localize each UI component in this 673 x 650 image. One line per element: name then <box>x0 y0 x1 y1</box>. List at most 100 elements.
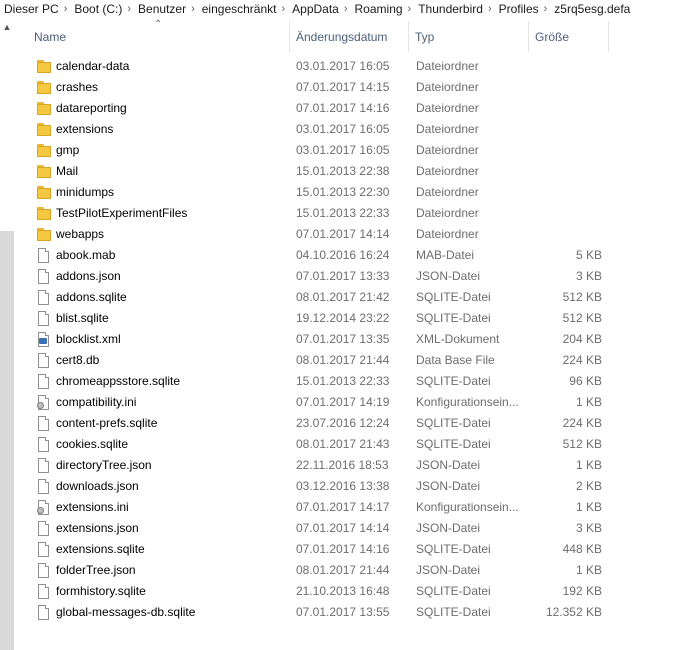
breadcrumb-separator-icon[interactable]: › <box>485 3 495 15</box>
file-size <box>528 161 602 182</box>
file-row[interactable]: downloads.json 03.12.2016 13:38 JSON-Datei… <box>14 476 673 497</box>
file-size: 192 KB <box>562 584 602 598</box>
column-header-date[interactable]: Änderungsdatum <box>290 17 409 56</box>
breadcrumb-item[interactable]: AppData <box>288 2 341 16</box>
file-size: 448 KB <box>562 542 602 556</box>
file-type: Dateiordner <box>416 227 479 241</box>
file-name: cookies.sqlite <box>56 437 129 451</box>
file-name: compatibility.ini <box>56 395 137 409</box>
file-type: Konfigurationsein... <box>416 395 519 409</box>
file-icon <box>37 458 51 473</box>
file-size: 512 KB <box>562 290 602 304</box>
file-name: global-messages-db.sqlite <box>56 605 196 619</box>
breadcrumb-item[interactable]: Roaming <box>351 2 405 16</box>
file-row[interactable]: global-messages-db.sqlite 07.01.2017 13:5… <box>14 602 673 623</box>
file-size <box>528 119 602 140</box>
file-date: 23.07.2016 12:24 <box>296 416 390 430</box>
file-type: SQLITE-Datei <box>416 311 491 325</box>
file-type: Dateiordner <box>416 122 479 136</box>
file-date: 03.01.2017 16:05 <box>296 59 390 73</box>
breadcrumb-separator-icon[interactable]: › <box>61 3 71 15</box>
file-type: MAB-Datei <box>416 248 475 262</box>
file-date: 08.01.2017 21:42 <box>296 290 390 304</box>
file-row[interactable]: extensions.sqlite 07.01.2017 14:16 SQLITE-… <box>14 539 673 560</box>
breadcrumb-item[interactable]: z5rq5esg.defa <box>550 2 632 16</box>
file-icon <box>37 269 51 284</box>
column-header-type[interactable]: Typ <box>409 17 529 56</box>
file-name: blocklist.xml <box>56 332 121 346</box>
breadcrumb-separator-icon[interactable]: › <box>541 3 551 15</box>
column-header-size[interactable]: Größe <box>529 17 609 56</box>
file-date: 07.01.2017 13:33 <box>296 269 390 283</box>
file-row[interactable]: TestPilotExperimentFiles 15.01.2013 22:33… <box>14 203 673 224</box>
file-size <box>528 56 602 77</box>
file-row[interactable]: gmp 03.01.2017 16:05 Dateiordner <box>14 140 673 161</box>
file-row[interactable]: crashes 07.01.2017 14:15 Dateiordner <box>14 77 673 98</box>
folder-icon <box>37 164 51 179</box>
file-size <box>528 182 602 203</box>
file-row[interactable]: addons.json 07.01.2017 13:33 JSON-Datei 3 K… <box>14 266 673 287</box>
breadcrumb-item[interactable]: Profiles <box>495 2 541 16</box>
file-name: extensions.sqlite <box>56 542 145 556</box>
file-row[interactable]: cert8.db 08.01.2017 21:44 Data Base File 22… <box>14 350 673 371</box>
column-header-name[interactable]: Name <box>28 17 290 56</box>
file-date: 19.12.2014 23:22 <box>296 311 390 325</box>
navigation-scrollbar[interactable] <box>0 35 14 650</box>
file-name: Mail <box>56 164 79 178</box>
file-size: 1 KB <box>575 563 602 577</box>
file-row[interactable]: minidumps 15.01.2013 22:30 Dateiordner <box>14 182 673 203</box>
breadcrumb-item[interactable]: Thunderbird <box>414 2 485 16</box>
file-type: SQLITE-Datei <box>416 374 491 388</box>
scroll-up-icon[interactable]: ▲ <box>0 21 14 33</box>
file-name: directoryTree.json <box>56 458 152 472</box>
file-type: SQLITE-Datei <box>416 290 491 304</box>
file-row[interactable]: blist.sqlite 19.12.2014 23:22 SQLITE-Datei… <box>14 308 673 329</box>
breadcrumb-item[interactable]: eingeschränkt <box>198 2 279 16</box>
file-name: chromeappsstore.sqlite <box>56 374 181 388</box>
breadcrumb-separator-icon[interactable]: › <box>405 3 415 15</box>
column-header-type-label: Typ <box>415 29 435 44</box>
file-row[interactable]: abook.mab 04.10.2016 16:24 MAB-Datei 5 KB <box>14 245 673 266</box>
file-date: 21.10.2013 16:48 <box>296 584 390 598</box>
file-row[interactable]: webapps 07.01.2017 14:14 Dateiordner <box>14 224 673 245</box>
folder-icon <box>37 143 51 158</box>
file-size: 3 KB <box>575 521 602 535</box>
navigation-scrollbar-thumb[interactable] <box>0 231 14 650</box>
file-row[interactable]: datareporting 07.01.2017 14:16 Dateiordner <box>14 98 673 119</box>
breadcrumb-separator-icon[interactable]: › <box>341 3 351 15</box>
breadcrumb-item[interactable]: Boot (C:) <box>70 2 124 16</box>
file-row[interactable]: extensions.json 07.01.2017 14:14 JSON-Date… <box>14 518 673 539</box>
breadcrumb-item[interactable]: Dieser PC <box>0 2 61 16</box>
breadcrumb-separator-icon[interactable]: › <box>188 3 198 15</box>
file-date: 03.12.2016 13:38 <box>296 479 390 493</box>
file-row[interactable]: formhistory.sqlite 21.10.2013 16:48 SQLITE… <box>14 581 673 602</box>
file-type: SQLITE-Datei <box>416 437 491 451</box>
file-size: 12.352 KB <box>545 605 602 619</box>
breadcrumb-separator-icon[interactable]: › <box>278 3 288 15</box>
file-row[interactable]: folderTree.json 08.01.2017 21:44 JSON-Date… <box>14 560 673 581</box>
file-row[interactable]: extensions.ini 07.01.2017 14:17 Konfigurat… <box>14 497 673 518</box>
file-row[interactable]: blocklist.xml 07.01.2017 13:35 XML-Dokumen… <box>14 329 673 350</box>
file-row[interactable]: chromeappsstore.sqlite 15.01.2013 22:33 SQ… <box>14 371 673 392</box>
file-type: Dateiordner <box>416 185 479 199</box>
file-row[interactable]: Mail 15.01.2013 22:38 Dateiordner <box>14 161 673 182</box>
file-row[interactable]: content-prefs.sqlite 23.07.2016 12:24 SQLI… <box>14 413 673 434</box>
file-type: SQLITE-Datei <box>416 416 491 430</box>
file-row[interactable]: addons.sqlite 08.01.2017 21:42 SQLITE-Date… <box>14 287 673 308</box>
file-type: Data Base File <box>416 353 495 367</box>
file-name: abook.mab <box>56 248 116 262</box>
file-name: crashes <box>56 80 99 94</box>
file-size: 512 KB <box>562 437 602 451</box>
settings-file-icon <box>37 500 51 515</box>
file-row[interactable]: extensions 03.01.2017 16:05 Dateiordner <box>14 119 673 140</box>
file-name: datareporting <box>56 101 127 115</box>
file-row[interactable]: calendar-data 03.01.2017 16:05 Dateiordner <box>14 56 673 77</box>
file-row[interactable]: cookies.sqlite 08.01.2017 21:43 SQLITE-Dat… <box>14 434 673 455</box>
file-row[interactable]: directoryTree.json 22.11.2016 18:53 JSON-D… <box>14 455 673 476</box>
file-icon <box>37 437 51 452</box>
file-size <box>528 140 602 161</box>
breadcrumb-separator-icon[interactable]: › <box>124 3 134 15</box>
breadcrumb-item[interactable]: Benutzer <box>134 2 188 16</box>
file-name: addons.sqlite <box>56 290 127 304</box>
file-row[interactable]: compatibility.ini 07.01.2017 14:19 Konfigu… <box>14 392 673 413</box>
